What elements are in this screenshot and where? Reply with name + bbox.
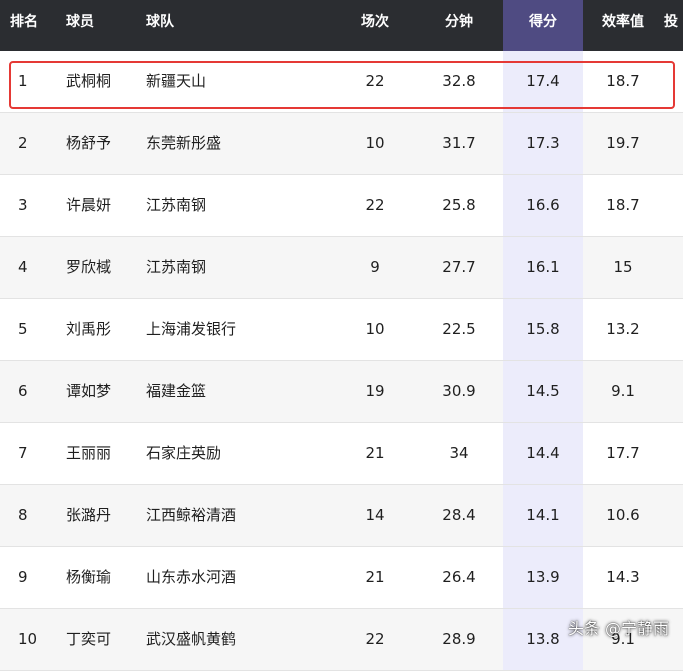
table-row[interactable]: 7 王丽丽 石家庄英励 21 34 14.4 17.7: [0, 423, 683, 485]
header-points-sorted[interactable]: 得分: [503, 0, 583, 51]
cell-team: 武汉盛帆黄鹤: [146, 630, 237, 648]
cell-games: 21: [365, 568, 385, 586]
cell-points: 14.5: [503, 361, 583, 422]
cell-rank: 2: [18, 134, 28, 152]
cell-player: 谭如梦: [66, 382, 112, 400]
cell-team: 江苏南钢: [146, 196, 207, 214]
cell-games: 14: [365, 506, 385, 524]
cell-points: 17.3: [503, 113, 583, 174]
cell-rank: 7: [18, 444, 28, 462]
cell-efficiency: 17.7: [606, 444, 640, 462]
cell-games: 22: [365, 196, 385, 214]
cell-team: 山东赤水河酒: [146, 568, 237, 586]
table-row[interactable]: 1 武桐桐 新疆天山 22 32.8 17.4 18.7: [0, 51, 683, 113]
cell-team: 新疆天山: [146, 72, 207, 90]
stats-table: 排名 球员 球队 场次 分钟 得分 效率值 投 1 武桐桐 新疆天山 22 32…: [0, 0, 683, 671]
cell-team: 上海浦发银行: [146, 320, 237, 338]
cell-rank: 3: [18, 196, 28, 214]
cell-games: 19: [365, 382, 385, 400]
header-more[interactable]: 投: [664, 0, 683, 51]
cell-team: 江苏南钢: [146, 258, 207, 276]
header-team[interactable]: 球队: [146, 0, 346, 51]
watermark: 头条 @宁静雨: [567, 619, 669, 638]
table-row[interactable]: 9 杨衡瑜 山东赤水河酒 21 26.4 13.9 14.3: [0, 547, 683, 609]
cell-minutes: 34: [449, 444, 469, 462]
cell-rank: 1: [18, 72, 28, 90]
cell-points: 17.4: [503, 51, 583, 112]
cell-rank: 5: [18, 320, 28, 338]
cell-player: 许晨妍: [66, 196, 112, 214]
cell-minutes: 27.7: [442, 258, 476, 276]
header-rank[interactable]: 排名: [10, 0, 50, 51]
cell-rank: 4: [18, 258, 28, 276]
cell-points: 15.8: [503, 299, 583, 360]
cell-minutes: 28.4: [442, 506, 476, 524]
cell-player: 罗欣棫: [66, 258, 112, 276]
cell-games: 22: [365, 72, 385, 90]
cell-efficiency: 14.3: [606, 568, 640, 586]
cell-efficiency: 18.7: [606, 72, 640, 90]
cell-team: 东莞新彤盛: [146, 134, 222, 152]
cell-minutes: 30.9: [442, 382, 476, 400]
cell-player: 杨舒予: [66, 134, 112, 152]
table-row[interactable]: 6 谭如梦 福建金篮 19 30.9 14.5 9.1: [0, 361, 683, 423]
cell-efficiency: 15: [613, 258, 633, 276]
table-row[interactable]: 2 杨舒予 东莞新彤盛 10 31.7 17.3 19.7: [0, 113, 683, 175]
cell-player: 武桐桐: [66, 72, 112, 90]
cell-team: 江西鲸裕清酒: [146, 506, 237, 524]
table-row[interactable]: 3 许晨妍 江苏南钢 22 25.8 16.6 18.7: [0, 175, 683, 237]
cell-points: 16.6: [503, 175, 583, 236]
table-body: 1 武桐桐 新疆天山 22 32.8 17.4 18.7 2 杨舒予 东莞新彤盛…: [0, 51, 683, 671]
cell-player: 王丽丽: [66, 444, 112, 462]
cell-efficiency: 9.1: [611, 382, 635, 400]
cell-efficiency: 13.2: [606, 320, 640, 338]
cell-games: 9: [370, 258, 380, 276]
header-player[interactable]: 球员: [66, 0, 146, 51]
cell-games: 21: [365, 444, 385, 462]
header-efficiency[interactable]: 效率值: [583, 0, 663, 51]
table-header: 排名 球员 球队 场次 分钟 得分 效率值 投: [0, 0, 683, 51]
cell-efficiency: 19.7: [606, 134, 640, 152]
cell-team: 石家庄英励: [146, 444, 222, 462]
cell-minutes: 31.7: [442, 134, 476, 152]
cell-rank: 8: [18, 506, 28, 524]
cell-rank: 9: [18, 568, 28, 586]
table-row[interactable]: 8 张潞丹 江西鲸裕清酒 14 28.4 14.1 10.6: [0, 485, 683, 547]
table-row[interactable]: 5 刘禹彤 上海浦发银行 10 22.5 15.8 13.2: [0, 299, 683, 361]
cell-rank: 6: [18, 382, 28, 400]
cell-points: 14.1: [503, 485, 583, 546]
cell-minutes: 22.5: [442, 320, 476, 338]
cell-rank: 10: [18, 630, 38, 648]
cell-efficiency: 10.6: [606, 506, 640, 524]
cell-points: 13.9: [503, 547, 583, 608]
table-row[interactable]: 4 罗欣棫 江苏南钢 9 27.7 16.1 15: [0, 237, 683, 299]
cell-player: 刘禹彤: [66, 320, 112, 338]
cell-minutes: 32.8: [442, 72, 476, 90]
cell-player: 杨衡瑜: [66, 568, 112, 586]
cell-player: 丁奕可: [66, 630, 112, 648]
cell-minutes: 28.9: [442, 630, 476, 648]
cell-games: 22: [365, 630, 385, 648]
header-minutes[interactable]: 分钟: [419, 0, 499, 51]
cell-points: 14.4: [503, 423, 583, 484]
cell-minutes: 25.8: [442, 196, 476, 214]
cell-points: 16.1: [503, 237, 583, 298]
cell-minutes: 26.4: [442, 568, 476, 586]
cell-team: 福建金篮: [146, 382, 207, 400]
cell-games: 10: [365, 134, 385, 152]
header-games[interactable]: 场次: [335, 0, 415, 51]
cell-efficiency: 18.7: [606, 196, 640, 214]
cell-player: 张潞丹: [66, 506, 112, 524]
cell-games: 10: [365, 320, 385, 338]
